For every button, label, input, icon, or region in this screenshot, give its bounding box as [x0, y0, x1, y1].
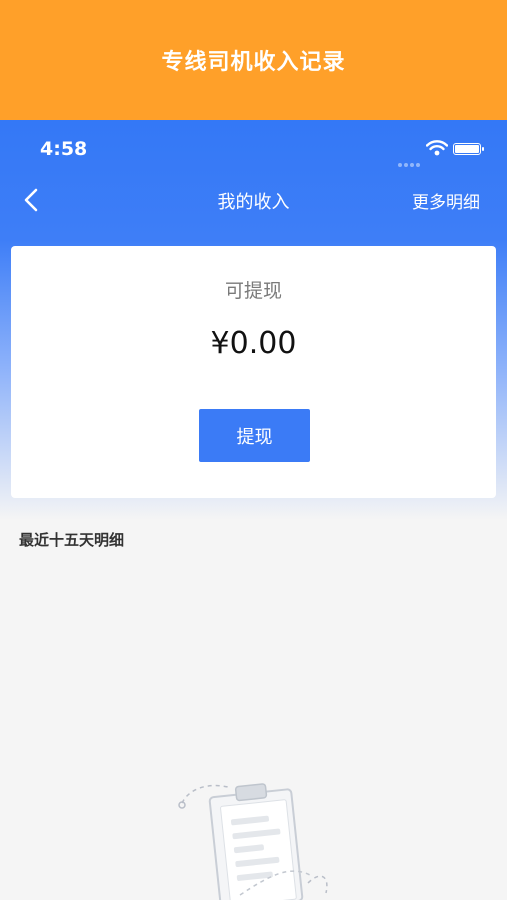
battery-icon: [453, 143, 484, 155]
balance-card: 可提现 ¥0.00 提现: [11, 246, 496, 498]
balance-amount: ¥0.00: [210, 326, 297, 361]
navigation-bar: 我的收入 更多明细: [0, 178, 507, 222]
status-time: 4:58: [40, 138, 88, 160]
empty-clipboard-illustration: [178, 783, 328, 900]
withdrawable-label: 可提现: [224, 280, 282, 302]
signal-icon: [398, 152, 422, 167]
banner-title: 专线司机收入记录: [161, 50, 346, 75]
wifi-icon: [426, 140, 448, 156]
more-details-link[interactable]: 更多明细: [412, 188, 480, 213]
withdraw-button[interactable]: 提现: [199, 409, 310, 462]
phone-screen: 4:58 我的收入 更多明细 可提现 ¥0.00 提现 最近十五天明细: [0, 120, 507, 900]
promo-banner: 专线司机收入记录: [0, 0, 507, 120]
recent-details-title: 最近十五天明细: [19, 531, 125, 549]
status-bar: 4:58: [0, 120, 507, 180]
